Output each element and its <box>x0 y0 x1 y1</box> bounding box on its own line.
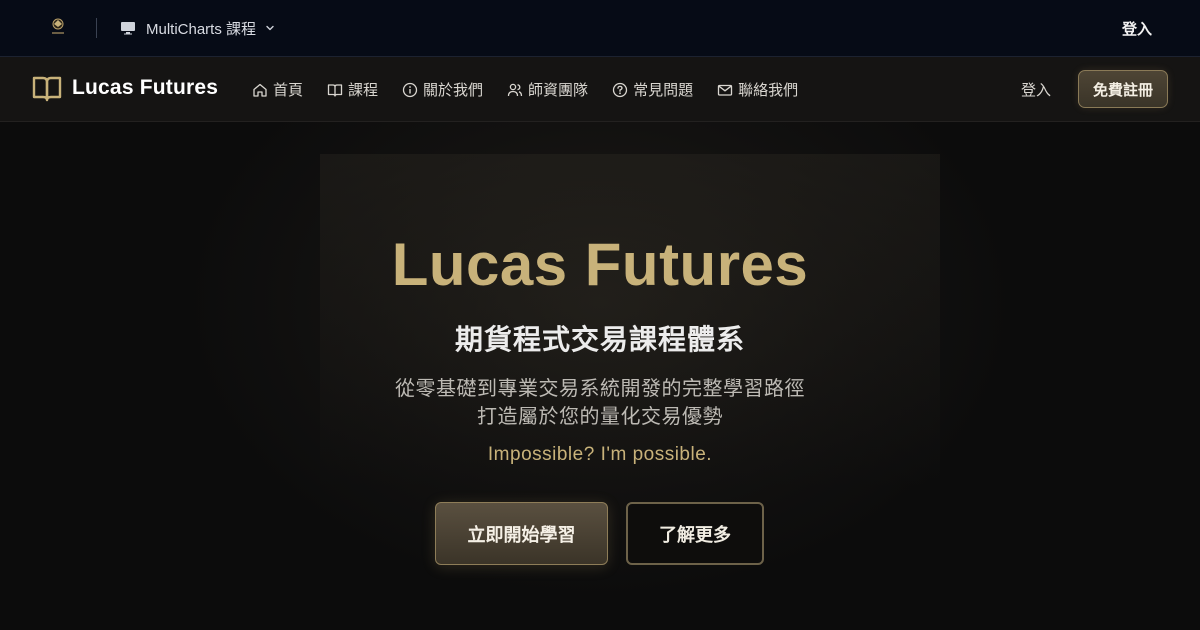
start-learning-button[interactable]: 立即開始學習 <box>435 502 608 565</box>
nav-label: 聯絡我們 <box>738 82 799 99</box>
course-switcher-label: MultiCharts 課程 <box>146 20 257 38</box>
help-icon <box>612 82 628 98</box>
nav-label: 師資團隊 <box>528 82 589 99</box>
hero-section: Lucas Futures 期貨程式交易課程體系 從零基礎到專業交易系統開發的完… <box>0 122 1200 630</box>
book-open-icon <box>32 74 62 102</box>
nav-item-courses[interactable]: 課程 <box>327 79 378 100</box>
top-divider <box>96 18 97 38</box>
monitor-icon <box>120 21 136 35</box>
register-button[interactable]: 免費註冊 <box>1078 70 1168 108</box>
hero-subtitle: 期貨程式交易課程體系 <box>454 324 745 355</box>
chevron-down-icon <box>264 22 276 34</box>
hero-title: Lucas Futures <box>391 231 809 298</box>
nav-item-about[interactable]: 關於我們 <box>402 79 483 100</box>
home-icon <box>252 82 268 98</box>
nav-links: 首頁 課程 關於我們 師資團隊 常見問題 聯絡我們 <box>252 79 798 100</box>
brand-link[interactable]: Lucas Futures <box>32 74 218 102</box>
site-logo-icon[interactable] <box>48 16 68 38</box>
hero-description-line2: 打造屬於您的量化交易優勢 <box>477 406 723 428</box>
nav-item-team[interactable]: 師資團隊 <box>507 79 588 100</box>
users-icon <box>507 82 523 98</box>
brand-name: Lucas Futures <box>72 76 219 99</box>
mail-icon <box>717 82 733 98</box>
info-icon <box>402 82 418 98</box>
top-bar: MultiCharts 課程 登入 <box>0 0 1200 57</box>
top-login-link[interactable]: 登入 <box>1122 18 1152 39</box>
main-nav: Lucas Futures 首頁 課程 關於我們 師資團隊 常見問題 聯絡我們 … <box>0 57 1200 122</box>
hero-description-line1: 從零基礎到專業交易系統開發的完整學習路徑 <box>395 378 805 400</box>
nav-label: 首頁 <box>273 82 304 99</box>
course-switcher[interactable]: MultiCharts 課程 <box>120 17 276 39</box>
nav-item-home[interactable]: 首頁 <box>252 79 303 100</box>
learn-more-button[interactable]: 了解更多 <box>626 502 764 565</box>
nav-label: 常見問題 <box>633 82 694 99</box>
nav-login-link[interactable]: 登入 <box>1021 79 1051 100</box>
book-icon <box>327 82 343 98</box>
nav-item-faq[interactable]: 常見問題 <box>612 79 693 100</box>
hero-tagline: Impossible? I'm possible. <box>487 444 713 465</box>
nav-item-contact[interactable]: 聯絡我們 <box>717 79 798 100</box>
nav-label: 課程 <box>348 82 379 99</box>
nav-label: 關於我們 <box>423 82 484 99</box>
